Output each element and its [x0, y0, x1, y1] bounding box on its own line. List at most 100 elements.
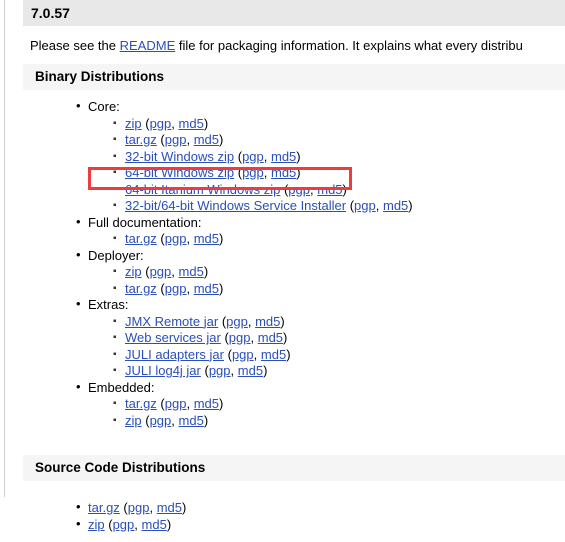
source-code-distributions-heading: Source Code Distributions [23, 455, 565, 481]
pgp-link-extras-web-services-jar[interactable]: pgp [229, 330, 251, 345]
md5-link-source-tar-gz[interactable]: md5 [157, 500, 182, 515]
paren-comma: , [171, 264, 179, 279]
pgp-link-extras-juli-log4j-jar[interactable]: pgp [209, 363, 231, 378]
file-link-extras-juli-adapters-jar[interactable]: JULI adapters jar [125, 347, 224, 362]
pgp-link-extras-juli-adapters-jar[interactable]: pgp [232, 347, 254, 362]
paren-close: ) [218, 231, 224, 246]
md5-link-embedded-tar-gz[interactable]: md5 [194, 396, 219, 411]
md5-link-core-32-bit-windows-zip[interactable]: md5 [271, 149, 296, 164]
paren-close: ) [408, 198, 413, 213]
paren-open: ( [104, 517, 113, 532]
file-link-core-32-bit-64-bit-windows-service-installer[interactable]: 32-bit/64-bit Windows Service Installer [125, 198, 346, 213]
list-item: Web services jar (pgp, md5) [0, 330, 565, 347]
pgp-link-core-32-bit-windows-zip[interactable]: pgp [242, 149, 264, 164]
pgp-link-deployer-zip[interactable]: pgp [150, 264, 172, 279]
md5-link-deployer-tar-gz[interactable]: md5 [194, 281, 219, 296]
pgp-link-embedded-tar-gz[interactable]: pgp [165, 396, 187, 411]
file-link-full-documentation-tar-gz[interactable]: tar.gz [125, 231, 157, 246]
file-link-extras-web-services-jar[interactable]: Web services jar [125, 330, 221, 345]
paren-open: ( [218, 313, 227, 329]
pgp-link-embedded-zip[interactable]: pgp [150, 413, 172, 428]
pgp-link-source-tar-gz[interactable]: pgp [128, 500, 150, 515]
pgp-link-source-zip[interactable]: pgp [113, 517, 135, 532]
list-item: zip (pgp, md5) [0, 515, 565, 533]
category-label-full-documentation: Full documentation: [0, 214, 565, 232]
paren-close: ) [203, 115, 209, 131]
category-deployer: Deployer:zip (pgp, md5)tar.gz (pgp, md5) [0, 247, 565, 298]
md5-link-extras-juli-adapters-jar[interactable]: md5 [261, 347, 286, 362]
paren-comma: , [134, 517, 142, 532]
list-item: zip (pgp, md5) [0, 413, 565, 430]
list-item: JMX Remote jar (pgp, md5) [0, 314, 565, 331]
paren-comma: , [247, 313, 256, 329]
pgp-link-core-zip[interactable]: pgp [150, 116, 172, 131]
md5-link-core-zip[interactable]: md5 [179, 116, 204, 131]
binary-distributions-heading: Binary Distributions [23, 64, 565, 90]
md5-link-core-64-bit-windows-zip[interactable]: md5 [271, 165, 296, 180]
file-link-core-32-bit-windows-zip[interactable]: 32-bit Windows zip [125, 149, 234, 164]
pgp-link-core-64-bit-itanium-windows-zip[interactable]: pgp [288, 182, 310, 197]
file-list-extras: JMX Remote jar (pgp, md5)Web services ja… [0, 314, 565, 380]
download-page-content: 7.0.57 Please see the README file for pa… [0, 0, 565, 533]
file-link-deployer-zip[interactable]: zip [125, 264, 142, 279]
md5-link-core-tar-gz[interactable]: md5 [194, 132, 219, 147]
paren-comma: , [263, 148, 271, 164]
paren-close: ) [342, 181, 347, 197]
list-item: tar.gz (pgp, md5) [0, 498, 565, 516]
category-full-documentation: Full documentation:tar.gz (pgp, md5) [0, 214, 565, 248]
intro-text-before: Please see the [30, 38, 120, 53]
md5-link-full-documentation-tar-gz[interactable]: md5 [194, 231, 219, 246]
md5-link-core-64-bit-itanium-windows-zip[interactable]: md5 [317, 182, 342, 197]
category-extras: Extras:JMX Remote jar (pgp, md5)Web serv… [0, 296, 565, 380]
pgp-link-deployer-tar-gz[interactable]: pgp [165, 281, 187, 296]
file-link-deployer-tar-gz[interactable]: tar.gz [125, 281, 157, 296]
file-link-source-tar-gz[interactable]: tar.gz [88, 500, 120, 515]
pgp-link-core-64-bit-windows-zip[interactable]: pgp [242, 165, 264, 180]
file-link-extras-jmx-remote-jar[interactable]: JMX Remote jar [125, 314, 218, 329]
file-link-embedded-zip[interactable]: zip [125, 413, 142, 428]
paren-close: ) [218, 132, 224, 147]
binary-distributions-block: Core:zip (pgp, md5)tar.gz (pgp, md5)32-b… [0, 90, 565, 433]
list-item: zip (pgp, md5) [0, 264, 565, 281]
list-item: JULI log4j jar (pgp, md5) [0, 363, 565, 380]
pgp-link-full-documentation-tar-gz[interactable]: pgp [165, 231, 187, 246]
file-link-core-64-bit-windows-zip[interactable]: 64-bit Windows zip [125, 165, 234, 180]
paren-close: ) [218, 396, 224, 411]
intro-text-after: file for packaging information. It expla… [175, 38, 523, 53]
paren-close: ) [203, 264, 209, 279]
file-link-core-64-bit-itanium-windows-zip[interactable]: 64-bit Itanium Windows zip [125, 182, 280, 197]
md5-link-extras-web-services-jar[interactable]: md5 [258, 330, 283, 345]
paren-close: ) [263, 363, 268, 378]
file-link-embedded-tar-gz[interactable]: tar.gz [125, 396, 157, 411]
pgp-link-core-32-bit-64-bit-windows-service-installer[interactable]: pgp [354, 198, 376, 213]
file-link-source-zip[interactable]: zip [88, 517, 105, 532]
paren-open: ( [220, 330, 229, 345]
pgp-link-extras-jmx-remote-jar[interactable]: pgp [226, 314, 248, 329]
paren-close: ) [218, 280, 224, 296]
md5-link-source-zip[interactable]: md5 [142, 517, 167, 532]
intro-paragraph: Please see the README file for packaging… [0, 26, 565, 64]
md5-link-embedded-zip[interactable]: md5 [179, 413, 204, 428]
binary-category-list: Core:zip (pgp, md5)tar.gz (pgp, md5)32-b… [0, 90, 565, 429]
file-link-extras-juli-log4j-jar[interactable]: JULI log4j jar [125, 363, 201, 378]
paren-open: ( [156, 280, 165, 296]
paren-comma: , [375, 198, 383, 213]
md5-link-extras-jmx-remote-jar[interactable]: md5 [255, 314, 280, 329]
list-item: tar.gz (pgp, md5) [0, 231, 565, 248]
file-list-deployer: zip (pgp, md5)tar.gz (pgp, md5) [0, 264, 565, 297]
readme-link[interactable]: README [120, 38, 176, 53]
paren-close: ) [296, 165, 301, 180]
file-list-embedded: tar.gz (pgp, md5)zip (pgp, md5) [0, 396, 565, 429]
paren-open: ( [234, 165, 243, 180]
file-link-core-tar-gz[interactable]: tar.gz [125, 132, 157, 147]
md5-link-deployer-zip[interactable]: md5 [179, 264, 204, 279]
paren-comma: , [186, 396, 194, 411]
pgp-link-core-tar-gz[interactable]: pgp [165, 132, 187, 147]
paren-close: ) [296, 148, 301, 164]
paren-comma: , [149, 500, 157, 515]
md5-link-extras-juli-log4j-jar[interactable]: md5 [238, 363, 263, 378]
category-core: Core:zip (pgp, md5)tar.gz (pgp, md5)32-b… [0, 98, 565, 215]
paren-close: ) [166, 517, 172, 532]
md5-link-core-32-bit-64-bit-windows-service-installer[interactable]: md5 [383, 198, 408, 213]
file-link-core-zip[interactable]: zip [125, 116, 142, 131]
